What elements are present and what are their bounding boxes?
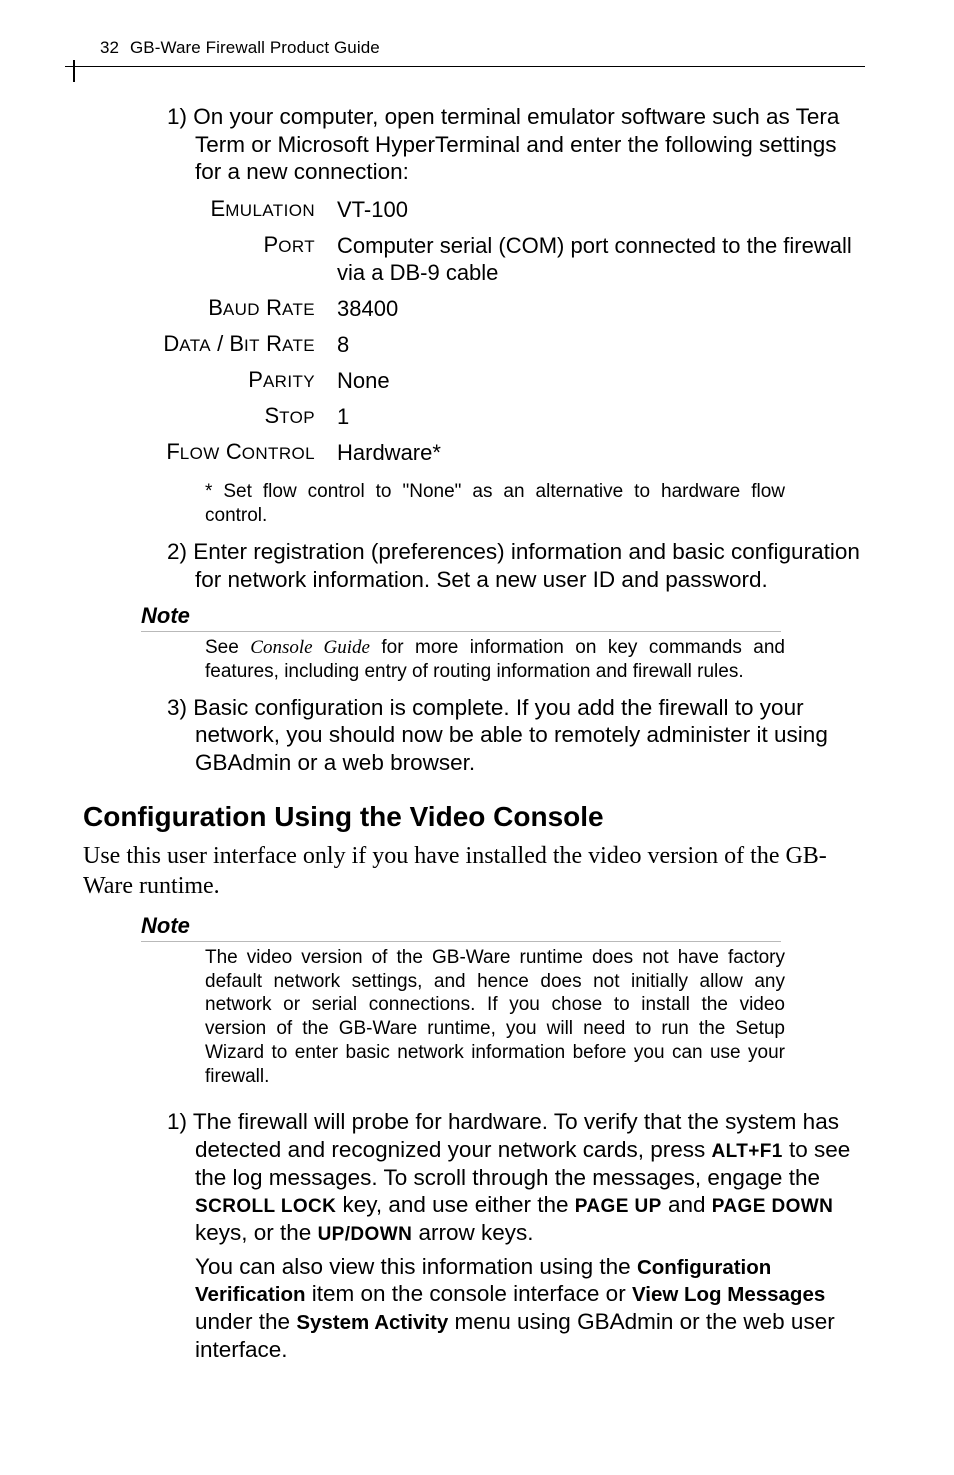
header-rule: [65, 66, 865, 67]
setting-port: PORT Computer serial (COM) port connecte…: [125, 232, 869, 286]
ui-system-activity: System Activity: [296, 1311, 448, 1334]
note-body-2: The video version of the GB-Ware runtime…: [205, 946, 785, 1089]
section-title: Configuration Using the Video Console: [83, 801, 869, 833]
note-heading-2: Note: [141, 913, 869, 939]
settings-table: EMULATION VT-100 PORT Computer serial (C…: [125, 196, 869, 466]
step-1: 1) On your computer, open terminal emula…: [125, 103, 869, 186]
key-scroll-lock: SCROLL LOCK: [195, 1196, 336, 1217]
video-step-1-cont: You can also view this information using…: [125, 1253, 869, 1364]
setting-flow: FLOW CONTROL Hardware*: [125, 439, 869, 466]
key-page-down: PAGE DOWN: [712, 1196, 833, 1217]
setting-parity: PARITY None: [125, 367, 869, 394]
key-updown: UP/DOWN: [318, 1224, 413, 1245]
page-number: 32: [100, 38, 119, 57]
setting-databit: DATA / BIT RATE 8: [125, 331, 869, 358]
note-heading-1: Note: [141, 603, 869, 629]
setting-emulation: EMULATION VT-100: [125, 196, 869, 223]
header-tick: [73, 60, 75, 82]
note-body-1: See Console Guide for more information o…: [205, 636, 785, 684]
label-baud: BAUD RATE: [125, 295, 337, 321]
label-flow: FLOW CONTROL: [125, 439, 337, 465]
label-stop: STOP: [125, 403, 337, 429]
step-3: 3) Basic configuration is complete. If y…: [125, 694, 869, 777]
value-baud: 38400: [337, 295, 398, 322]
value-stop: 1: [337, 403, 349, 430]
label-parity: PARITY: [125, 367, 337, 393]
setting-stop: STOP 1: [125, 403, 869, 430]
label-emulation: EMULATION: [125, 196, 337, 222]
setting-baud: BAUD RATE 38400: [125, 295, 869, 322]
value-emulation: VT-100: [337, 196, 408, 223]
label-port: PORT: [125, 232, 337, 258]
ui-view-log-messages: View Log Messages: [632, 1283, 825, 1306]
note-rule-2: [141, 941, 781, 942]
note-rule-1: [141, 631, 781, 632]
value-port: Computer serial (COM) port connected to …: [337, 232, 869, 286]
value-databit: 8: [337, 331, 349, 358]
value-parity: None: [337, 367, 390, 394]
guide-title: GB-Ware Firewall Product Guide: [130, 38, 380, 57]
label-databit: DATA / BIT RATE: [125, 331, 337, 357]
value-flow: Hardware*: [337, 439, 441, 466]
video-step-1: 1) The firewall will probe for hardware.…: [125, 1108, 869, 1246]
running-header: 32 GB-Ware Firewall Product Guide: [100, 38, 869, 58]
flow-footnote: * Set flow control to "None" as an alter…: [205, 480, 785, 528]
section-intro: Use this user interface only if you have…: [83, 841, 863, 901]
key-altf1: ALT+F1: [712, 1141, 783, 1162]
key-page-up: PAGE UP: [575, 1196, 662, 1217]
step-2: 2) Enter registration (preferences) info…: [125, 538, 869, 593]
